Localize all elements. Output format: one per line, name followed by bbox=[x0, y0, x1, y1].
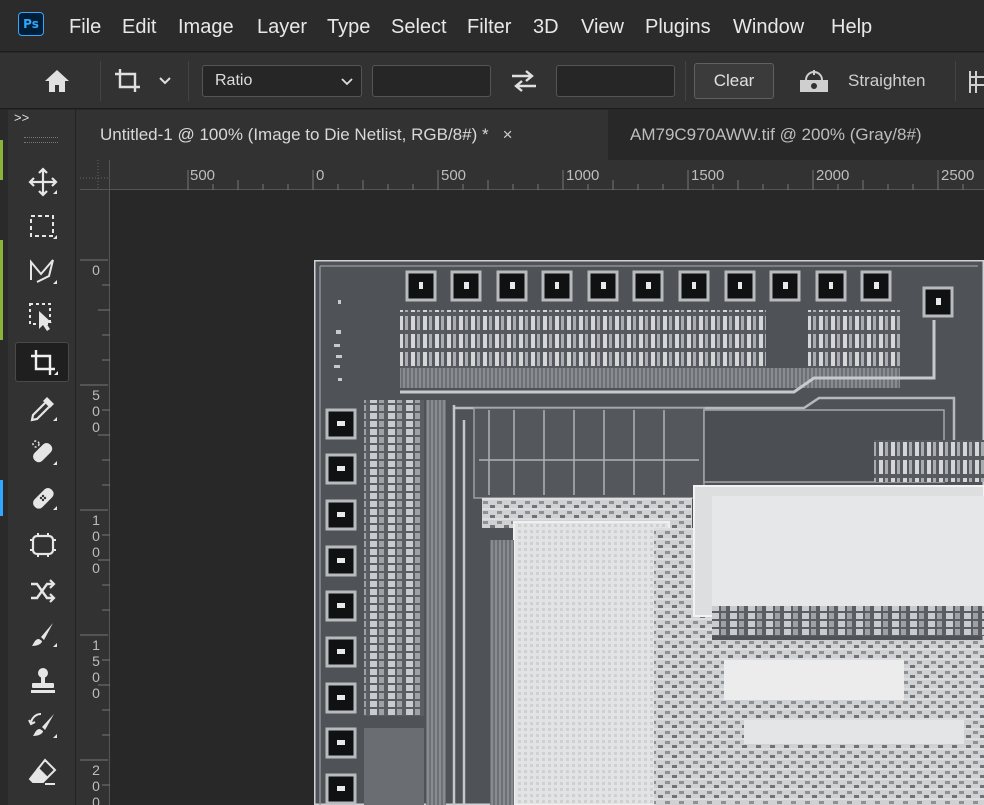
menu-help[interactable]: Help bbox=[831, 0, 872, 52]
close-tab-icon[interactable]: × bbox=[503, 125, 513, 144]
patch-icon bbox=[30, 533, 56, 557]
tab-title: Untitled-1 @ 100% (Image to Die Netlist,… bbox=[100, 125, 489, 144]
document-canvas[interactable] bbox=[314, 260, 984, 805]
height-field[interactable] bbox=[556, 65, 675, 97]
ratio-dropdown-label: Ratio bbox=[215, 72, 253, 89]
ruler-label: 1500 bbox=[691, 167, 725, 184]
tab-title: AM79C970AWW.tif @ 200% (Gray/8#) bbox=[630, 125, 922, 144]
width-field[interactable] bbox=[372, 65, 491, 97]
crop-icon bbox=[31, 350, 58, 375]
crop-tool[interactable] bbox=[15, 342, 69, 382]
options-separator bbox=[685, 61, 686, 101]
clear-button[interactable]: Clear bbox=[694, 63, 774, 99]
ruler-label: 2500 bbox=[941, 167, 975, 184]
ruler-label: 500 bbox=[92, 387, 100, 435]
options-separator bbox=[100, 61, 101, 101]
marquee-icon bbox=[30, 215, 57, 239]
panel-edge bbox=[0, 110, 8, 805]
ruler-origin-grid bbox=[80, 160, 110, 190]
eraser-icon bbox=[28, 758, 57, 785]
menu-view[interactable]: View bbox=[581, 0, 624, 52]
chevron-down-icon bbox=[341, 78, 353, 86]
ruler-label: 2000 bbox=[92, 762, 100, 805]
stamp-icon bbox=[31, 668, 55, 693]
tab-untitled-1[interactable]: Untitled-1 @ 100% (Image to Die Netlist,… bbox=[80, 110, 608, 160]
straighten-icon[interactable] bbox=[796, 67, 832, 97]
panel-grip[interactable] bbox=[24, 137, 58, 143]
clone-stamp-tool[interactable] bbox=[15, 661, 69, 701]
ratio-dropdown[interactable]: Ratio bbox=[202, 65, 362, 97]
swap-icon[interactable] bbox=[508, 67, 540, 95]
lasso-icon bbox=[30, 259, 57, 284]
healing-brush-tool[interactable] bbox=[15, 478, 69, 518]
ruler-label: 1000 bbox=[92, 512, 100, 576]
eyedropper-icon bbox=[30, 397, 57, 422]
die-photo-image bbox=[314, 260, 984, 805]
menu-plugins[interactable]: Plugins bbox=[645, 0, 711, 52]
eyedropper-tool[interactable] bbox=[15, 389, 69, 429]
home-icon[interactable] bbox=[40, 65, 74, 97]
ruler-label: 1000 bbox=[566, 167, 600, 184]
spot-healing-brush-tool[interactable] bbox=[15, 433, 69, 473]
options-separator bbox=[188, 61, 189, 101]
ruler-label: 500 bbox=[190, 167, 216, 184]
ruler-ticks bbox=[80, 259, 110, 786]
menu-type[interactable]: Type bbox=[327, 0, 370, 52]
move-icon bbox=[28, 167, 58, 197]
menu-image[interactable]: Image bbox=[178, 0, 234, 52]
menu-3d[interactable]: 3D bbox=[533, 0, 559, 52]
ruler-label: 2000 bbox=[816, 167, 850, 184]
straighten-label[interactable]: Straighten bbox=[848, 65, 926, 97]
move-tool[interactable] bbox=[15, 162, 69, 202]
content-aware-move-icon bbox=[31, 579, 56, 603]
menu-edit[interactable]: Edit bbox=[122, 0, 156, 52]
menu-file[interactable]: File bbox=[69, 0, 101, 52]
object-selection-icon bbox=[29, 303, 52, 331]
menu-bar: Ps File Edit Image Layer Type Select Fil… bbox=[0, 0, 984, 52]
patch-tool[interactable] bbox=[15, 525, 69, 565]
menu-layer[interactable]: Layer bbox=[257, 0, 307, 52]
menu-select[interactable]: Select bbox=[391, 0, 447, 52]
ruler-label: 0 bbox=[316, 167, 325, 184]
menu-window[interactable]: Window bbox=[733, 0, 804, 52]
object-selection-tool[interactable] bbox=[15, 297, 69, 337]
document-tab-bar: Untitled-1 @ 100% (Image to Die Netlist,… bbox=[80, 110, 984, 160]
history-brush-tool[interactable] bbox=[15, 706, 69, 746]
ruler-label: 1500 bbox=[92, 637, 100, 701]
ruler-label: 500 bbox=[441, 167, 467, 184]
brush-tool[interactable] bbox=[15, 615, 69, 655]
photoshop-logo-icon: Ps bbox=[18, 12, 44, 36]
collapse-panel-button[interactable]: >> bbox=[14, 110, 29, 125]
history-brush-icon bbox=[28, 713, 57, 738]
vertical-ruler[interactable] bbox=[80, 160, 110, 805]
brush-icon bbox=[32, 623, 57, 647]
tab-am79c970aww[interactable]: AM79C970AWW.tif @ 200% (Gray/8#) bbox=[610, 110, 984, 160]
rectangular-marquee-tool[interactable] bbox=[15, 207, 69, 247]
crop-preset-picker[interactable] bbox=[112, 65, 178, 97]
eraser-tool[interactable] bbox=[15, 752, 69, 792]
ruler-label: 0 bbox=[92, 262, 100, 278]
spot-healing-icon bbox=[32, 440, 57, 465]
ruler-origin[interactable] bbox=[80, 160, 110, 190]
menu-filter[interactable]: Filter bbox=[467, 0, 511, 52]
overlay-grid-icon[interactable] bbox=[966, 69, 984, 95]
content-aware-move-tool[interactable] bbox=[15, 571, 69, 611]
lasso-tool[interactable] bbox=[15, 252, 69, 292]
options-separator bbox=[955, 61, 956, 101]
options-bar: Ratio Clear Straighten bbox=[0, 53, 984, 109]
bandage-icon bbox=[33, 488, 57, 510]
